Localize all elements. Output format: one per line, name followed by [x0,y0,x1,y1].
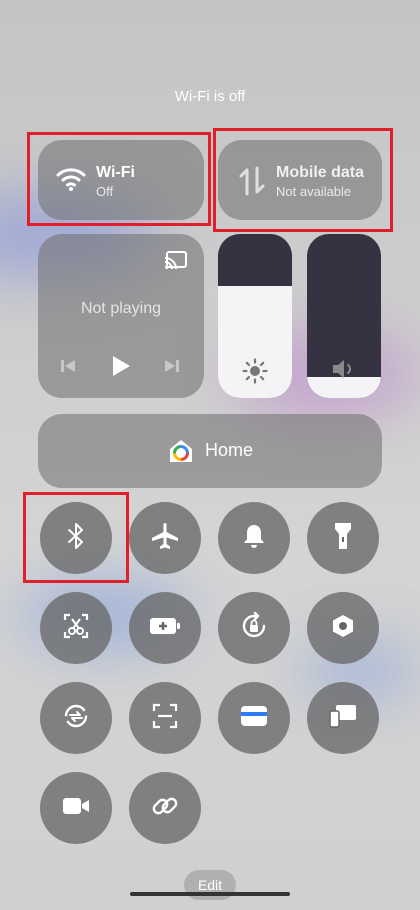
mobile-data-tile[interactable]: Mobile data Not available [218,140,382,220]
screenshot-icon [62,612,90,645]
brightness-icon [218,358,292,384]
media-status-text: Not playing [80,300,162,317]
battery-saver-toggle[interactable] [129,592,201,664]
link-icon [150,791,180,826]
bluetooth-toggle[interactable] [40,502,112,574]
speaker-icon [307,358,381,380]
settings-toggle[interactable] [307,592,379,664]
volume-slider[interactable] [307,234,381,398]
link-toggle[interactable] [129,772,201,844]
wifi-tile-subtitle: Off [96,184,114,199]
scanner-icon [151,702,179,735]
navigation-handle[interactable] [130,892,290,896]
battery-saver-icon [149,616,181,641]
screen-record-icon [61,795,91,822]
scanner-toggle[interactable] [129,682,201,754]
wallet-toggle[interactable] [218,682,290,754]
airplane-mode-toggle[interactable] [129,502,201,574]
wifi-status-text: Wi-Fi is off [174,88,246,105]
settings-hexagon-icon [329,612,357,645]
flashlight-toggle[interactable] [307,502,379,574]
sync-toggle[interactable] [40,682,112,754]
bell-icon [241,522,267,555]
next-icon[interactable] [164,358,180,379]
mobile-data-icon [238,166,266,201]
mobile-data-tile-title: Mobile data [276,164,365,181]
screen-record-toggle[interactable] [40,772,112,844]
media-player-card: Not playing [38,234,204,398]
rotation-lock-toggle[interactable] [218,592,290,664]
flashlight-icon [332,521,354,556]
sound-mode-toggle[interactable] [218,502,290,574]
wifi-tile-title: Wi-Fi [96,164,135,181]
cast-devices-icon [328,702,358,735]
cast-icon[interactable] [164,250,188,275]
airplane-icon [150,521,180,556]
cast-devices-toggle[interactable] [307,682,379,754]
google-home-icon [168,438,194,469]
home-tile[interactable]: Home [38,414,382,488]
home-tile-label: Home [205,440,254,460]
screenshot-toggle[interactable] [40,592,112,664]
sync-icon [61,701,91,736]
wifi-tile[interactable]: Wi-Fi Off [38,140,204,220]
brightness-slider[interactable] [218,234,292,398]
previous-icon[interactable] [60,358,76,379]
mobile-data-tile-subtitle: Not available [276,184,352,199]
rotation-lock-icon [239,611,269,646]
bluetooth-icon [65,522,87,555]
wallet-icon [239,703,269,734]
wifi-icon [56,166,86,197]
play-icon[interactable] [110,354,132,383]
